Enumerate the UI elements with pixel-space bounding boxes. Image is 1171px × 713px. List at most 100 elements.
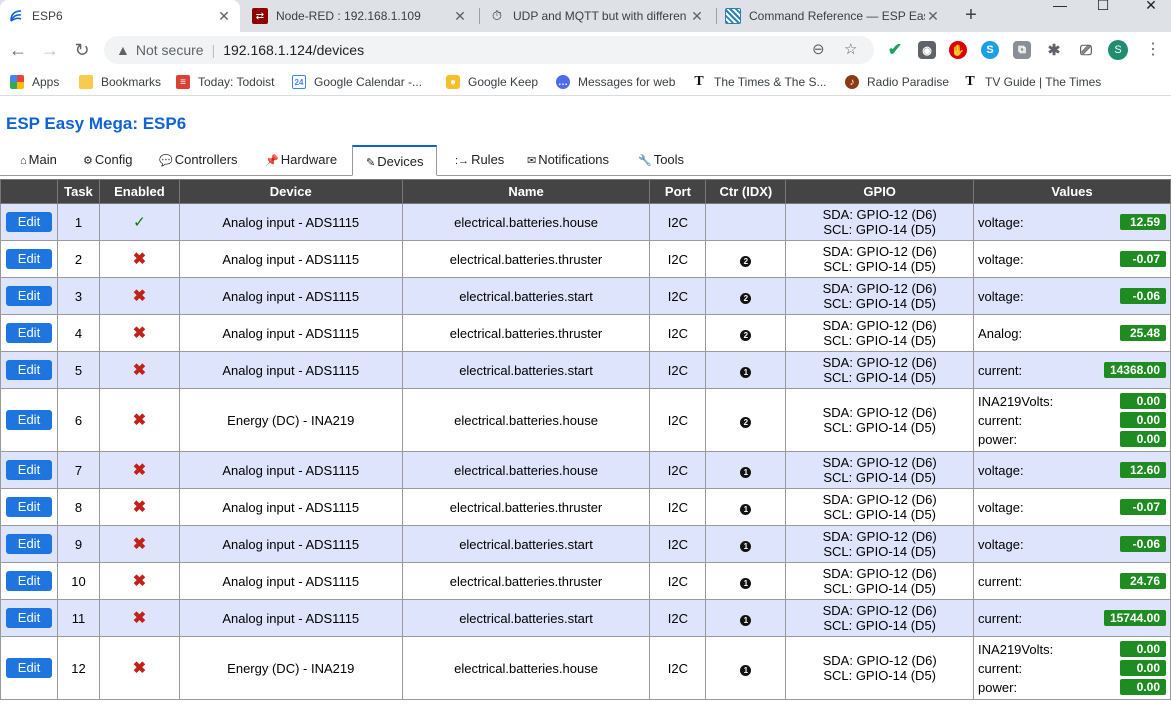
bookmark-label: Today: Todoist — [198, 75, 275, 89]
menu-kebab-icon[interactable]: ⋮ — [1145, 40, 1161, 60]
value-row: power: 0.00 — [978, 678, 1166, 697]
gpio-cell: SDA: GPIO-12 (D6) SCL: GPIO-14 (D5) — [785, 525, 975, 563]
bookmark-radio-paradise[interactable]: ♪ Radio Paradise — [845, 74, 949, 90]
tab-rules[interactable]: :→ Rules — [455, 152, 504, 167]
reload-icon[interactable]: ↻ — [70, 38, 94, 62]
page-title: ESP Easy Mega: ESP6 — [6, 114, 187, 133]
value-row: voltage: -0.06 — [978, 535, 1166, 554]
close-icon[interactable]: ✕ — [216, 8, 232, 25]
value-row: INA219Volts: 0.00 — [978, 640, 1166, 659]
controller-number-icon: 2 — [740, 255, 752, 267]
tab-devices[interactable]: ✎ Devices — [352, 145, 438, 176]
port: I2C — [649, 351, 707, 389]
edit-button[interactable]: Edit — [5, 460, 52, 480]
edit-button[interactable]: Edit — [5, 658, 52, 678]
zoom-icon[interactable]: ⊖ — [812, 36, 825, 64]
value-label: current: — [978, 362, 1023, 378]
values-cell: current: 14368.00 — [973, 351, 1171, 389]
column-header: Task — [56, 179, 100, 204]
edit-button[interactable]: Edit — [5, 249, 52, 269]
value-label: voltage: — [978, 462, 1024, 478]
edit-button[interactable]: Edit — [5, 360, 52, 380]
bookmark-tv-guide[interactable]: T TV Guide | The Times — [963, 74, 1101, 90]
bookmark-google-keep[interactable]: ● Google Keep — [446, 74, 538, 90]
port: I2C — [649, 525, 707, 563]
forward-arrow-icon[interactable]: → — [38, 38, 62, 62]
bookmark-google-calendar[interactable]: 24 Google Calendar -... — [292, 74, 422, 90]
gpio-line: SDA: GPIO-12 (D6) — [822, 207, 937, 222]
tab-title: Node-RED : 192.168.1.109 — [276, 9, 421, 23]
enabled-cell: ✖ — [98, 240, 180, 278]
column-header: Ctr (IDX) — [705, 179, 787, 204]
value-badge: 0.00 — [1120, 641, 1166, 657]
tab-node-red[interactable]: ⇄ Node-RED : 192.168.1.109 ✕ — [244, 0, 476, 32]
url-text[interactable]: 192.168.1.124/devices — [223, 42, 364, 58]
edit-button[interactable]: Edit — [5, 212, 52, 232]
bookmark-todoist[interactable]: ≡ Today: Todoist — [176, 74, 275, 90]
edit-button[interactable]: Edit — [5, 286, 52, 306]
cast-icon[interactable]: ⎚ — [1077, 41, 1095, 59]
tab-main[interactable]: ⌂ Main — [20, 152, 57, 167]
minimize-button[interactable]: — — [1040, 0, 1080, 14]
controller-idx: 1 — [705, 525, 787, 563]
back-arrow-icon[interactable]: ← — [6, 38, 30, 62]
column-header — [0, 179, 58, 204]
edit-button[interactable]: Edit — [5, 497, 52, 517]
column-header: Device — [178, 179, 403, 204]
extensions-icon[interactable]: ✱ — [1045, 41, 1063, 59]
warning-triangle-icon[interactable]: ▲ — [116, 42, 130, 58]
edit-button[interactable]: Edit — [5, 410, 52, 430]
bookmark-bookmarks[interactable]: Bookmarks — [79, 74, 161, 90]
cross-icon: ✖ — [132, 288, 147, 305]
values-cell: voltage: 12.60 — [973, 451, 1171, 489]
tab-config[interactable]: ⚙ Config — [83, 152, 132, 167]
close-icon[interactable]: ✕ — [452, 8, 468, 25]
tab-controllers[interactable]: 💬 Controllers — [159, 152, 238, 167]
bookmarks-bar: Apps Bookmarks ≡ Today: Todoist 24 Googl… — [0, 68, 1171, 96]
checkmark-extension-icon[interactable]: ✔ — [886, 40, 904, 59]
controller-number-icon: 2 — [740, 416, 752, 428]
edit-button[interactable]: Edit — [5, 323, 52, 343]
edit-button[interactable]: Edit — [5, 534, 52, 554]
value-badge: 0.00 — [1120, 393, 1166, 409]
edit-cell: Edit — [0, 636, 58, 700]
gpio-line: SDA: GPIO-12 (D6) — [822, 653, 937, 668]
gpio-line: SCL: GPIO-14 (D5) — [823, 370, 937, 385]
device-type: Energy (DC) - INA219 — [178, 388, 403, 452]
new-tab-button[interactable]: + — [961, 4, 981, 28]
skype-extension-icon[interactable]: S — [981, 41, 999, 59]
device-name: electrical.batteries.start — [401, 599, 651, 637]
tab-tools[interactable]: 🔧 Tools — [638, 152, 684, 167]
close-icon[interactable]: ✕ — [689, 8, 705, 25]
tab-udp-mqtt[interactable]: ⏱ UDP and MQTT but with differen ✕ — [481, 0, 713, 32]
puzzle-extension-icon[interactable]: ⧉ — [1013, 41, 1031, 59]
device-type: Analog input - ADS1115 — [178, 599, 403, 637]
tab-notifications[interactable]: ✉ Notifications — [527, 152, 609, 167]
table-row: Edit 10 ✖ Analog input - ADS1115 electrical.… — [0, 562, 1171, 600]
tab-command-reference[interactable]: Command Reference — ESP Eas ✕ — [717, 0, 949, 32]
edit-button[interactable]: Edit — [5, 608, 52, 628]
bookmark-the-times[interactable]: T The Times & The S... — [692, 74, 826, 90]
edit-button[interactable]: Edit — [5, 571, 52, 591]
value-row: INA219Volts: 0.00 — [978, 392, 1166, 411]
gpio-line: SCL: GPIO-14 (D5) — [823, 222, 937, 237]
maximize-button[interactable]: ☐ — [1083, 0, 1123, 14]
adblock-extension-icon[interactable]: ✋ — [949, 41, 967, 59]
device-type: Analog input - ADS1115 — [178, 314, 403, 352]
address-bar[interactable]: ▲ Not secure | 192.168.1.124/devices ⊖ ☆ — [104, 36, 874, 64]
bookmark-apps[interactable]: Apps — [10, 74, 59, 90]
gear-icon: ⚙ — [83, 155, 93, 167]
value-row: voltage: -0.07 — [978, 498, 1166, 517]
tab-hardware[interactable]: 📌 Hardware — [265, 152, 337, 167]
port: I2C — [649, 277, 707, 315]
bookmark-star-icon[interactable]: ☆ — [844, 36, 857, 64]
tab-esp6[interactable]: ESP6 ✕ — [0, 0, 240, 32]
profile-avatar[interactable]: S — [1108, 40, 1128, 60]
bookmark-messages[interactable]: … Messages for web — [556, 74, 675, 90]
controller-number-icon: 1 — [740, 614, 752, 626]
pocket-extension-icon[interactable]: ◉ — [918, 41, 936, 59]
close-icon[interactable]: ✕ — [925, 8, 941, 25]
tab-title: UDP and MQTT but with differen — [513, 9, 687, 23]
close-window-button[interactable]: ✕ — [1131, 0, 1171, 14]
security-status[interactable]: Not secure — [136, 42, 204, 58]
